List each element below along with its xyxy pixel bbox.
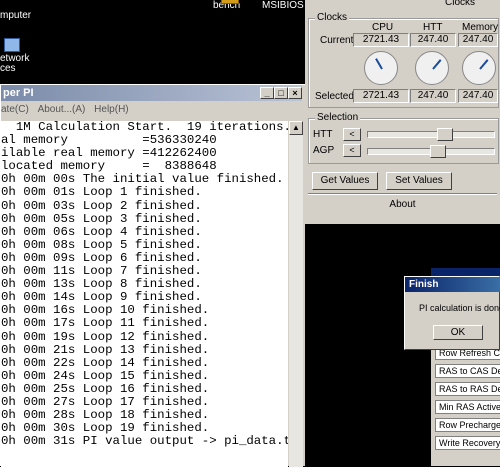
scroll-up-arrow-icon[interactable]: ▲ [289,121,303,135]
console-line: 0h 00m 22s Loop 14 finished. [1,355,210,370]
menu-help[interactable]: Help(H) [94,101,128,119]
htt-gauge-icon [415,51,449,85]
selected-memory-value: 247.40 [458,89,498,103]
superpi-titlebar[interactable]: per PI _ □ × [1,85,302,101]
set-values-button[interactable]: Set Values [386,172,452,190]
clocks-group-title: Clocks [315,12,350,23]
col-cpu: CPU [372,22,394,33]
clocks-tab-label[interactable]: Clocks [445,0,475,8]
finish-message: PI calculation is done! [419,303,500,313]
superpi-window: per PI _ □ × ate(C) About...(A) Help(H) … [0,84,305,467]
computer-desktop-icon[interactable]: mputer [0,10,31,21]
desktop: mputer bench MSIBIOS etwork ces [0,0,305,90]
selected-label: Selected [315,91,354,102]
htt-slider[interactable] [367,128,495,141]
console-line: 0h 00m 03s Loop 2 finished. [1,198,202,213]
console-line: 0h 00m 05s Loop 3 finished. [1,211,202,226]
console-scrollbar[interactable]: ▲ [289,121,303,467]
computer-icon-label: mputer [0,10,32,21]
htt-slider-label: HTT [313,129,333,140]
agp-slider[interactable] [367,145,495,158]
selection-groupbox: Selection [308,112,499,164]
close-button[interactable]: × [288,87,302,99]
timing-row: Min RAS Active T [435,400,500,414]
network-icon [4,38,20,52]
msibios-icon-label: MSIBIOS [262,0,304,11]
bench-folder-icon[interactable]: bench [213,0,240,11]
maximize-button[interactable]: □ [274,87,288,99]
clocks-top-strip: Clocks [305,0,500,8]
memory-gauge-icon [462,51,496,85]
finish-dialog-titlebar[interactable]: Finish [405,277,500,292]
selected-htt-value: 247.40 [410,89,456,103]
clock-window: Clocks Clocks CPU HTT Memory Current 272… [305,0,500,224]
console-line: 0h 00m 25s Loop 16 finished. [1,381,210,396]
console-line: 0h 00m 31s PI value output -> pi_data.t [1,434,288,449]
about-button[interactable]: About [308,196,497,214]
current-cpu-value: 2721.43 [353,33,409,47]
console-line: 0h 00m 17s Loop 11 finished. [1,316,210,331]
col-htt: HTT [423,22,443,33]
console-line: 0h 00m 01s Loop 1 finished. [1,185,202,200]
console-line: 0h 00m 21s Loop 13 finished. [1,342,210,357]
network-icon-label: etwork ces [0,53,30,74]
htt-slider-thumb[interactable] [437,128,453,141]
superpi-title: per PI [3,87,34,99]
console-line: 0h 00m 24s Loop 15 finished. [1,368,210,383]
console-line: 0h 00m 19s Loop 12 finished. [1,329,210,344]
superpi-menubar: ate(C) About...(A) Help(H) [1,101,302,119]
menu-calculate[interactable]: ate(C) [1,101,29,119]
msibios-folder-icon[interactable]: MSIBIOS [262,0,304,11]
selection-group-title: Selection [315,112,361,123]
current-label: Current [320,35,354,46]
timing-row: Write Recovery T [435,436,500,450]
console-line: 0h 00m 08s Loop 5 finished. [1,237,202,252]
get-values-button[interactable]: Get Values [312,172,378,190]
agp-slider-label: AGP [313,145,335,156]
console-line: 0h 00m 06s Loop 4 finished. [1,224,202,239]
ok-button[interactable]: OK [433,325,483,340]
current-htt-value: 247.40 [410,33,456,47]
col-memory: Memory [462,22,499,33]
finish-dialog: Finish PI calculation is done! OK [404,276,500,350]
timing-row: RAS to RAS Dela [435,382,500,396]
minimize-button[interactable]: _ [260,87,274,99]
current-memory-value: 247.40 [458,33,498,47]
agp-slider-thumb[interactable] [430,145,446,158]
cpu-gauge-icon [364,51,398,85]
network-places-desktop-icon[interactable]: etwork ces [0,38,40,74]
htt-decrease-button[interactable]: < [343,128,361,141]
menu-about[interactable]: About...(A) [38,101,86,119]
timing-row: RAS to CAS Dela [435,364,500,378]
output-console: 1M Calculation Start. 19 iterations. al m… [1,121,288,467]
selected-cpu-value: 2721.43 [353,89,409,103]
agp-decrease-button[interactable]: < [343,144,361,157]
folder-icon [221,0,239,4]
timing-row: Row Precharge T [435,418,500,432]
divider [308,193,497,195]
